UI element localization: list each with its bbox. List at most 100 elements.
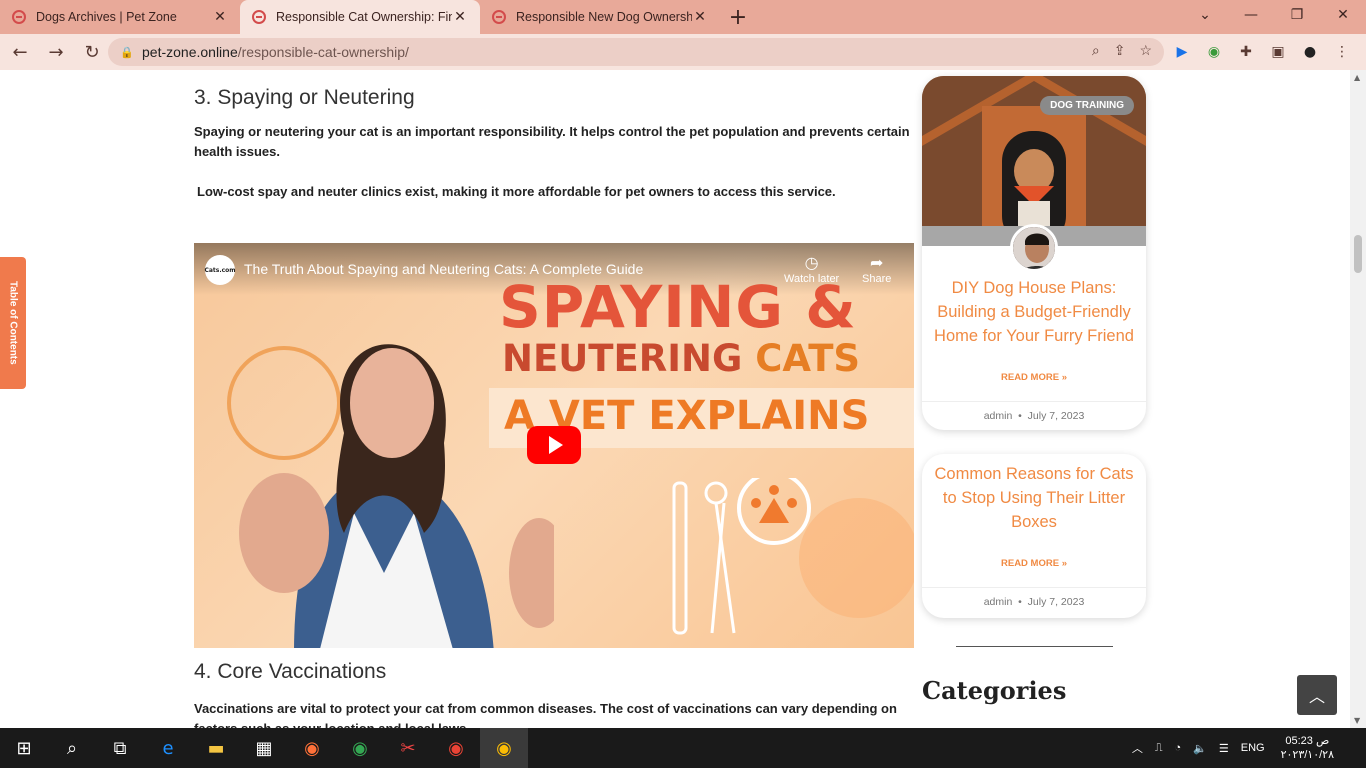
post-date: July 7, 2023 bbox=[1027, 596, 1085, 608]
task-view-icon[interactable]: ⧉ bbox=[96, 728, 144, 768]
site-favicon-icon bbox=[252, 10, 266, 24]
post-meta: admin • July 7, 2023 bbox=[922, 587, 1146, 616]
chrome-profile-icon[interactable]: ◉ bbox=[432, 728, 480, 768]
new-tab-button[interactable]: + bbox=[720, 0, 756, 34]
paragraph: Spaying or neutering your cat is an impo… bbox=[194, 124, 910, 159]
side-panel-icon[interactable]: ▣ bbox=[1268, 42, 1288, 62]
address-bar[interactable]: 🔒 pet-zone.online/responsible-cat-owners… bbox=[108, 38, 1164, 66]
read-more-link[interactable]: READ MORE » bbox=[922, 558, 1146, 569]
firefox-icon[interactable]: ◉ bbox=[288, 728, 336, 768]
minimize-button[interactable]: — bbox=[1228, 0, 1274, 30]
embedded-video[interactable]: Cats.com The Truth About Spaying and Neu… bbox=[194, 243, 914, 648]
bookmark-star-icon[interactable]: ☆ bbox=[1139, 42, 1152, 59]
scissors-scalpel-illustration bbox=[672, 478, 914, 635]
extensions-puzzle-icon[interactable]: ✚ bbox=[1236, 42, 1256, 62]
channel-logo[interactable]: Cats.com bbox=[204, 255, 236, 285]
post-meta: admin • July 7, 2023 bbox=[922, 401, 1146, 430]
window-controls: ⌄ — ❐ ✕ bbox=[1182, 0, 1366, 30]
close-window-button[interactable]: ✕ bbox=[1320, 0, 1366, 30]
browser-tab-bar: Dogs Archives | Pet Zone ✕ Responsible C… bbox=[0, 0, 1366, 34]
zoom-icon[interactable]: ⌕ bbox=[1092, 42, 1100, 59]
browser-toolbar: ← → ↻ 🔒 pet-zone.online/responsible-cat-… bbox=[0, 34, 1366, 70]
forward-button[interactable]: → bbox=[40, 36, 72, 68]
tab-close-icon[interactable]: ✕ bbox=[692, 9, 708, 25]
post-title-link[interactable]: Common Reasons for Cats to Stop Using Th… bbox=[922, 462, 1146, 534]
post-card[interactable]: DOG TRAINING DIY Dog House Plans: Buildi… bbox=[922, 76, 1146, 430]
show-hidden-icons-chevron-icon[interactable]: ︿ bbox=[1132, 740, 1143, 756]
chrome-icon[interactable]: ◉ bbox=[336, 728, 384, 768]
edge-browser-icon[interactable]: e bbox=[144, 728, 192, 768]
windows-taskbar: ⊞ ⌕ ⧉ e ▬ ▦ ◉ ◉ ✂ ◉ ◉ ︿ ⎍ ◔ 🔈 ☰ ENG 05:2… bbox=[0, 728, 1366, 768]
tab-title: Responsible New Dog Ownershi bbox=[516, 10, 692, 24]
thumbnail-text-line2: NEUTERING CATS bbox=[502, 337, 860, 380]
tab-close-icon[interactable]: ✕ bbox=[212, 9, 228, 25]
section-heading-spaying: 3. Spaying or Neutering bbox=[194, 86, 415, 109]
page-viewport: Table of Contents 3. Spaying or Neuterin… bbox=[0, 70, 1366, 728]
post-card[interactable]: Common Reasons for Cats to Stop Using Th… bbox=[922, 454, 1146, 618]
post-author[interactable]: admin bbox=[984, 596, 1013, 608]
omnibox-actions: ⌕ ⇪ ☆ bbox=[1092, 42, 1152, 59]
tab-responsible-dog[interactable]: Responsible New Dog Ownershi ✕ bbox=[480, 0, 720, 34]
clock[interactable]: 05:23 ص ٢٠٢٣/١٠/٢٨ bbox=[1281, 734, 1334, 762]
url-path: /responsible-cat-ownership/ bbox=[237, 44, 409, 60]
network-icon[interactable]: ⎍ bbox=[1155, 742, 1163, 755]
microsoft-store-icon[interactable]: ▦ bbox=[240, 728, 288, 768]
extensions-area: ▶ ◉ ✚ ▣ ● ⋮ bbox=[1172, 42, 1352, 62]
lock-icon[interactable]: 🔒 bbox=[120, 46, 134, 59]
extension-globe-icon[interactable]: ◉ bbox=[1204, 42, 1224, 62]
search-icon[interactable]: ⌕ bbox=[48, 728, 96, 768]
post-author[interactable]: admin bbox=[984, 410, 1013, 422]
thumbnail-text-cats: CATS bbox=[755, 337, 861, 380]
table-of-contents-toggle[interactable]: Table of Contents bbox=[0, 257, 26, 389]
scroll-to-top-button[interactable]: ︿ bbox=[1297, 675, 1337, 715]
back-button[interactable]: ← bbox=[4, 36, 36, 68]
volume-icon[interactable]: 🔈 bbox=[1193, 742, 1207, 755]
thumbnail-text-neutering: NEUTERING bbox=[502, 337, 756, 380]
notifications-icon[interactable]: ☰ bbox=[1219, 742, 1229, 755]
chevron-up-icon: ︿ bbox=[1308, 687, 1325, 706]
share-icon[interactable]: ⇪ bbox=[1114, 42, 1126, 59]
scroll-down-arrow-icon[interactable]: ▼ bbox=[1354, 716, 1360, 725]
paragraph: Low-cost spay and neuter clinics exist, … bbox=[197, 184, 836, 199]
reload-button[interactable]: ↻ bbox=[76, 36, 108, 68]
page-scrollbar[interactable]: ▲ ▼ bbox=[1350, 70, 1366, 728]
scroll-up-arrow-icon[interactable]: ▲ bbox=[1354, 73, 1360, 82]
tab-title: Dogs Archives | Pet Zone bbox=[36, 10, 177, 24]
file-explorer-icon[interactable]: ▬ bbox=[192, 728, 240, 768]
restore-button[interactable]: ❐ bbox=[1274, 0, 1320, 30]
author-avatar[interactable] bbox=[1010, 224, 1058, 272]
start-windows-icon[interactable]: ⊞ bbox=[0, 728, 48, 768]
youtube-play-button[interactable] bbox=[527, 426, 581, 464]
meta-separator: • bbox=[1015, 410, 1028, 422]
author-portrait bbox=[1013, 227, 1055, 269]
tab-search-icon[interactable]: ⌄ bbox=[1182, 0, 1228, 30]
thumbnail-text-line1: SPAYING & bbox=[499, 273, 857, 341]
video-share-button[interactable]: ➦ Share bbox=[862, 253, 891, 285]
site-favicon-icon bbox=[12, 10, 26, 24]
tab-responsible-cat[interactable]: Responsible Cat Ownership: Fina ✕ bbox=[240, 0, 480, 34]
system-tray: ︿ ⎍ ◔ 🔈 ☰ ENG 05:23 ص ٢٠٢٣/١٠/٢٨ bbox=[1126, 728, 1366, 768]
clock-time: 05:23 ص bbox=[1285, 735, 1330, 747]
category-badge[interactable]: DOG TRAINING bbox=[1040, 96, 1134, 115]
post-title-link[interactable]: DIY Dog House Plans: Building a Budget-F… bbox=[922, 276, 1146, 348]
profile-avatar-icon[interactable]: ● bbox=[1300, 42, 1320, 62]
paint-tool-icon[interactable]: ✂ bbox=[384, 728, 432, 768]
sidebar-divider bbox=[956, 646, 1113, 647]
language-indicator[interactable]: ENG bbox=[1241, 742, 1265, 754]
post-thumbnail-dog-house[interactable]: DOG TRAINING bbox=[922, 76, 1146, 246]
tab-close-icon[interactable]: ✕ bbox=[452, 9, 468, 25]
categories-heading: Categories bbox=[922, 676, 1067, 705]
read-more-link[interactable]: READ MORE » bbox=[922, 372, 1146, 383]
wifi-icon[interactable]: ◔ bbox=[1175, 742, 1182, 754]
scrollbar-thumb[interactable] bbox=[1354, 235, 1362, 273]
toc-label: Table of Contents bbox=[7, 281, 19, 365]
url-host: pet-zone.online bbox=[142, 44, 238, 60]
article-content: 3. Spaying or Neutering Spaying or neute… bbox=[194, 70, 914, 728]
tab-dogs-archives[interactable]: Dogs Archives | Pet Zone ✕ bbox=[0, 0, 240, 34]
menu-kebab-icon[interactable]: ⋮ bbox=[1332, 42, 1352, 62]
tab-title: Responsible Cat Ownership: Fina bbox=[276, 10, 452, 24]
chrome-active-window-icon[interactable]: ◉ bbox=[480, 728, 528, 768]
extension-play-icon[interactable]: ▶ bbox=[1172, 42, 1192, 62]
site-favicon-icon bbox=[492, 10, 506, 24]
paragraph: Vaccinations are vital to protect your c… bbox=[194, 701, 897, 728]
